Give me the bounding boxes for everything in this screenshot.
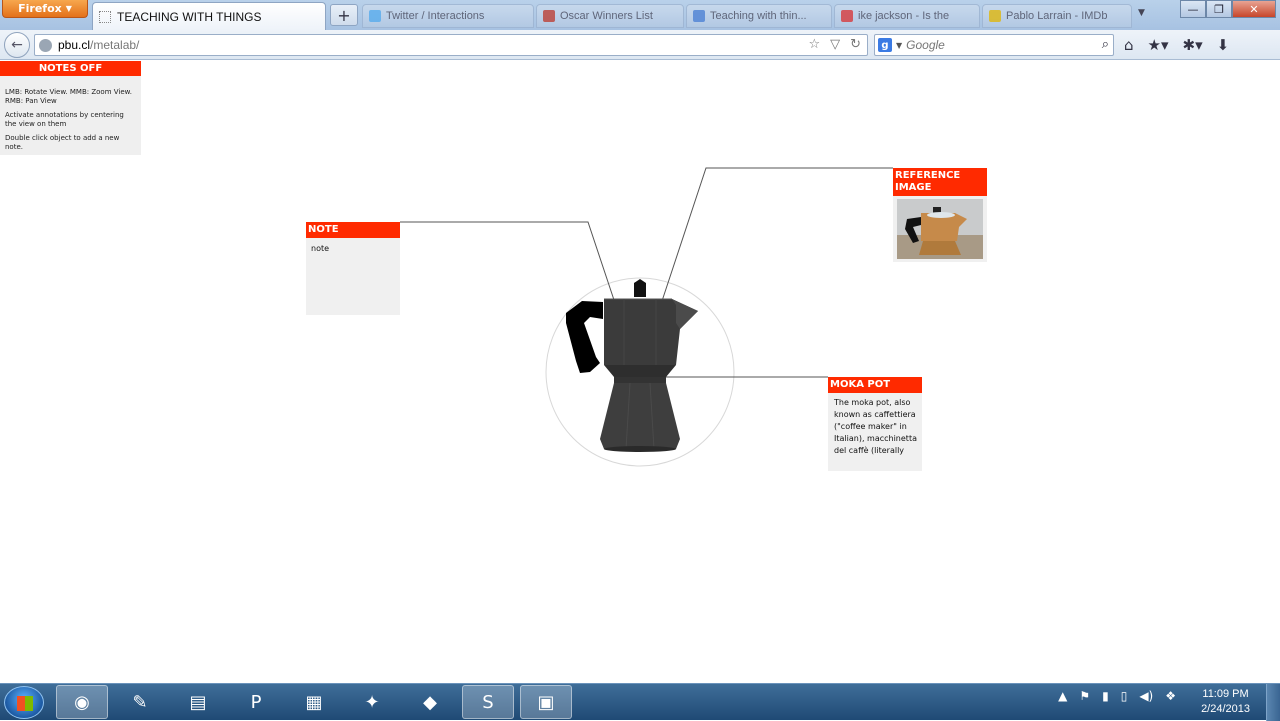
moka-body: The moka pot, also known as caffettiera … — [834, 398, 917, 455]
page-canvas[interactable]: NOTES OFF LMB: Rotate View. MMB: Zoom Vi… — [0, 61, 1280, 685]
dropbox-icon[interactable]: ❖ — [1165, 689, 1176, 703]
reference-leader-line — [661, 167, 893, 302]
taskbar-notepad-icon[interactable]: ✎ — [114, 685, 166, 719]
new-tab-button[interactable]: + — [330, 4, 358, 26]
arrow-left-icon: ← — [11, 37, 23, 53]
system-clock[interactable]: 11:09 PM 2/24/2013 — [1201, 687, 1250, 717]
moka-pot-photo-icon — [897, 199, 983, 259]
tab-title: Oscar Winners List — [560, 10, 653, 22]
url-host: pbu.cl — [58, 38, 91, 52]
taskbar-photo-viewer-icon[interactable]: ▣ — [520, 685, 572, 719]
tab-background-2[interactable]: Oscar Winners List — [536, 4, 684, 28]
show-desktop-button[interactable] — [1266, 684, 1280, 721]
tab-background-4[interactable]: ike jackson - Is the — [834, 4, 980, 28]
taskbar-app-p-icon[interactable]: P — [230, 685, 282, 719]
taskbar-calculator-icon[interactable]: ▦ — [288, 685, 340, 719]
firefox-menu-label: Firefox — [18, 2, 62, 15]
minimize-icon[interactable]: — — [1180, 0, 1206, 18]
google-icon[interactable]: g — [878, 38, 892, 52]
tab-teaching-with-things[interactable]: TEACHING WITH THINGS — [92, 2, 326, 30]
imdb-icon — [989, 10, 1001, 22]
pot-knob — [634, 279, 646, 297]
download-icon[interactable]: ⬇ — [1217, 36, 1230, 54]
reference-photo — [897, 199, 983, 259]
close-icon[interactable]: ✕ — [1232, 0, 1276, 18]
taskbar-items: ◉ ✎ ▤ P ▦ ✦ ◆ S ▣ — [56, 685, 572, 719]
network-signal-icon[interactable]: ▮ — [1102, 689, 1109, 703]
tab-title: Twitter / Interactions — [386, 10, 485, 22]
url-path: /metalab/ — [90, 38, 140, 52]
browser-titlebar: Firefox ▼ TEACHING WITH THINGS + Twitter… — [0, 0, 1280, 30]
moka-pot-model — [566, 279, 698, 452]
taskbar-firefox-icon[interactable]: ◉ — [56, 685, 108, 719]
note-annotation[interactable]: NOTE note — [306, 222, 400, 315]
tab-background-5[interactable]: Pablo Larrain - IMDb — [982, 4, 1132, 28]
url-bar[interactable]: pbu.cl /metalab/ ☆ ▽ ↻ — [34, 34, 868, 56]
back-button[interactable]: ← — [4, 32, 30, 58]
navigation-toolbar: ← pbu.cl /metalab/ ☆ ▽ ↻ g ▼ Google ⌕ ⌂ … — [0, 30, 1280, 60]
tab-list-icon[interactable]: ▼ — [1138, 8, 1145, 18]
favicon-icon — [841, 10, 853, 22]
taskbar-gimp-icon[interactable]: ✦ — [346, 685, 398, 719]
pot-lower-body — [600, 383, 680, 449]
windows-logo-icon — [17, 696, 33, 711]
plus-icon: + — [337, 5, 351, 25]
tab-title: Teaching with thin... — [710, 10, 807, 22]
firefox-menu-button[interactable]: Firefox ▼ — [2, 0, 88, 18]
action-center-flag-icon[interactable]: ⚑ — [1079, 689, 1090, 703]
note-body: note — [311, 244, 330, 253]
windows-taskbar: ◉ ✎ ▤ P ▦ ✦ ◆ S ▣ ▲ ⚑ ▮ ▯ ◀) ❖ 11:09 PM 2/24/201… — [0, 683, 1280, 721]
search-placeholder: Google — [906, 38, 945, 52]
note-title: NOTE — [306, 222, 400, 238]
power-icon[interactable]: ▯ — [1121, 689, 1128, 703]
history-dropdown-icon[interactable]: ▽ — [830, 37, 840, 52]
reload-icon[interactable]: ↻ — [850, 37, 861, 52]
home-icon[interactable]: ⌂ — [1124, 36, 1134, 54]
taskbar-folder-icon[interactable]: ▤ — [172, 685, 224, 719]
viewport-3d[interactable] — [0, 61, 1280, 685]
clock-date: 2/24/2013 — [1201, 703, 1250, 715]
pot-handle — [566, 301, 603, 373]
globe-icon — [39, 38, 52, 52]
twitter-icon — [369, 10, 381, 22]
favicon-icon — [693, 10, 705, 22]
moka-title: MOKA POT — [828, 377, 922, 393]
addon-icon[interactable]: ✱▾ — [1183, 36, 1203, 54]
search-icon[interactable]: ⌕ — [1102, 37, 1109, 52]
reference-image-annotation[interactable]: REFERENCE IMAGE — [893, 168, 987, 262]
tab-title: ike jackson - Is the — [858, 10, 950, 22]
taskbar-skype-icon[interactable]: S — [462, 685, 514, 719]
tab-background-3[interactable]: Teaching with thin... — [686, 4, 832, 28]
page-favicon-icon — [99, 10, 111, 23]
clock-time: 11:09 PM — [1202, 688, 1249, 700]
taskbar-inkscape-icon[interactable]: ◆ — [404, 685, 456, 719]
pot-waist — [604, 365, 676, 377]
bookmarks-icon[interactable]: ★▾ — [1148, 36, 1169, 54]
tab-title: Pablo Larrain - IMDb — [1006, 10, 1108, 22]
tab-title: TEACHING WITH THINGS — [117, 9, 262, 24]
window-controls: — ❐ ✕ — [1180, 0, 1276, 18]
moka-pot-annotation[interactable]: MOKA POT The moka pot, also known as caf… — [828, 377, 922, 471]
start-button[interactable] — [4, 686, 44, 719]
restore-icon[interactable]: ❐ — [1206, 0, 1232, 18]
favicon-icon — [543, 10, 555, 22]
chevron-down-icon[interactable]: ▼ — [896, 41, 902, 50]
search-bar[interactable]: g ▼ Google ⌕ — [874, 34, 1114, 56]
chevron-down-icon: ▼ — [65, 4, 72, 13]
tab-background-1[interactable]: Twitter / Interactions — [362, 4, 534, 28]
volume-icon[interactable]: ◀) — [1139, 689, 1153, 703]
show-hidden-icons-icon[interactable]: ▲ — [1058, 689, 1067, 703]
reference-title: REFERENCE IMAGE — [893, 168, 987, 196]
bookmark-star-icon[interactable]: ☆ — [808, 37, 820, 52]
